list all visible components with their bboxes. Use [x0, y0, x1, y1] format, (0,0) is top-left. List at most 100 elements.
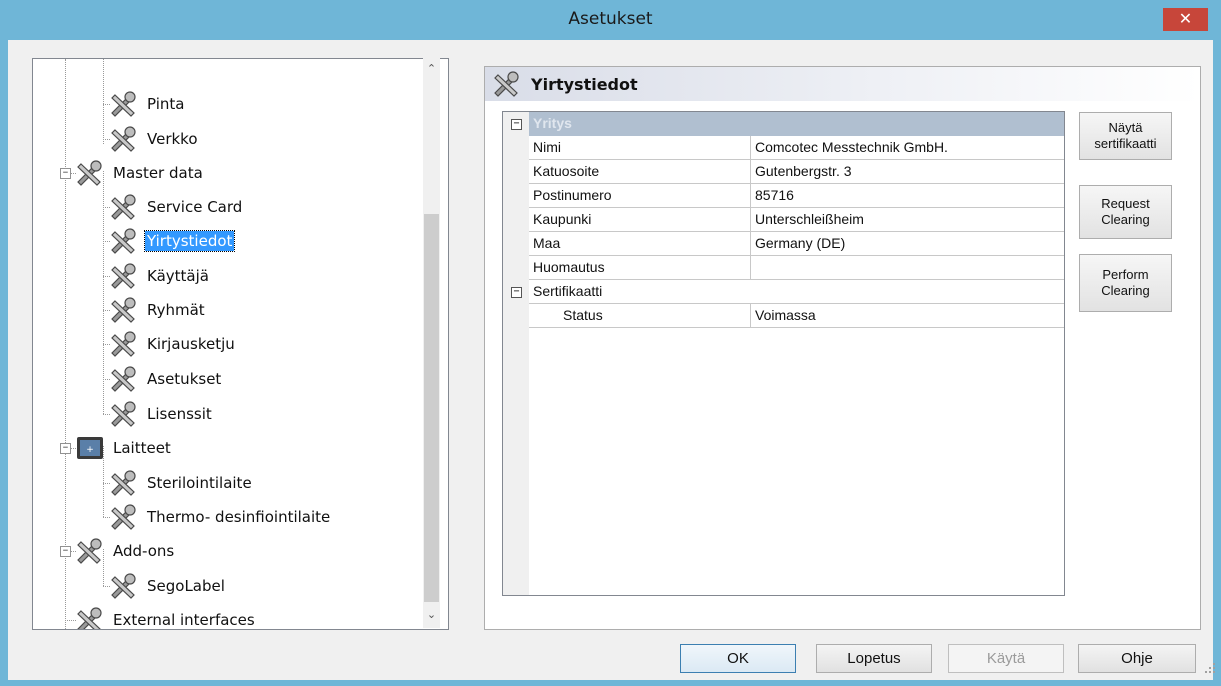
- tree-item-label: Laitteet: [113, 439, 171, 457]
- tree-item[interactable]: Thermo- desinfiointilaite: [108, 504, 332, 530]
- property-value[interactable]: Comcotec Messtechnik GmbH.: [751, 136, 1064, 160]
- tools-icon: [108, 194, 140, 220]
- device-icon: +: [74, 435, 106, 461]
- property-value[interactable]: Voimassa: [751, 304, 1064, 328]
- collapse-icon[interactable]: −: [511, 287, 522, 298]
- tools-icon: [108, 91, 140, 117]
- button-label: sertifikaatti: [1094, 136, 1157, 151]
- tree-item[interactable]: + Laitteet: [74, 435, 173, 461]
- tools-icon: [108, 470, 140, 496]
- table-row[interactable]: Nimi Comcotec Messtechnik GmbH.: [503, 136, 1064, 160]
- tools-icon: [108, 331, 140, 357]
- tree-item-label: Service Card: [147, 198, 243, 216]
- tools-icon: [108, 504, 140, 530]
- grid-subcategory[interactable]: Sertifikaatti: [529, 280, 1064, 304]
- details-panel: Yirtystiedot − Yritys Nimi Comcotec Mess…: [484, 66, 1201, 630]
- tree-item-label: Add-ons: [113, 542, 175, 560]
- tree-connector: [103, 59, 104, 144]
- scroll-thumb[interactable]: [424, 214, 439, 602]
- title-bar[interactable]: Asetukset ✕: [0, 0, 1221, 40]
- tools-icon: [108, 573, 140, 599]
- tools-icon: [108, 366, 140, 392]
- tools-icon: [74, 160, 106, 186]
- apply-button[interactable]: Käytä: [948, 644, 1064, 673]
- property-name: Huomautus: [529, 256, 751, 280]
- tree-item[interactable]: Pinta: [108, 91, 186, 117]
- table-row[interactable]: Maa Germany (DE): [503, 232, 1064, 256]
- button-label: Clearing: [1101, 212, 1150, 227]
- close-button[interactable]: ✕: [1163, 8, 1208, 31]
- tree-item[interactable]: Ryhmät: [108, 297, 207, 323]
- property-value[interactable]: [751, 256, 1064, 280]
- request-clearing-button[interactable]: Request Clearing: [1079, 185, 1172, 239]
- panel-header: Yirtystiedot: [485, 67, 1200, 101]
- tree-item-label: Master data: [113, 164, 203, 182]
- tree-collapse-icon[interactable]: −: [60, 443, 71, 454]
- tools-icon: [108, 228, 140, 254]
- ok-button[interactable]: OK: [680, 644, 796, 673]
- tree-item-label: Pinta: [147, 95, 185, 113]
- svg-text:+: +: [86, 445, 94, 455]
- tree-item[interactable]: Käyttäjä: [108, 263, 211, 289]
- tree-item[interactable]: External interfaces: [74, 607, 257, 629]
- property-value[interactable]: Germany (DE): [751, 232, 1064, 256]
- show-certificate-button[interactable]: Näytä sertifikaatti: [1079, 112, 1172, 160]
- property-name: Maa: [529, 232, 751, 256]
- tree-item-label: Sterilointilaite: [147, 474, 252, 492]
- window-title: Asetukset: [568, 9, 653, 29]
- button-label: Clearing: [1101, 283, 1150, 298]
- tools-icon: [108, 297, 140, 323]
- tree-item[interactable]: Service Card: [108, 194, 244, 220]
- button-label: Näytä: [1108, 120, 1143, 135]
- tree-item-label: Ryhmät: [147, 301, 205, 319]
- tree-item-label: Yirtystiedot: [143, 230, 236, 252]
- tree-item[interactable]: SegoLabel: [108, 573, 227, 599]
- button-label: Request: [1101, 196, 1150, 211]
- tools-icon: [108, 401, 140, 427]
- tree-item[interactable]: Yirtystiedot: [108, 228, 236, 254]
- collapse-icon[interactable]: −: [511, 119, 522, 130]
- cancel-button[interactable]: Lopetus: [816, 644, 932, 673]
- tree-item[interactable]: Lisenssit: [108, 401, 214, 427]
- table-row[interactable]: Postinumero 85716: [503, 184, 1064, 208]
- table-row[interactable]: Status Voimassa: [503, 304, 1064, 328]
- table-row[interactable]: Huomautus: [503, 256, 1064, 280]
- property-name: Status: [529, 304, 751, 328]
- scroll-down-icon[interactable]: ⌄: [423, 608, 440, 625]
- property-value[interactable]: 85716: [751, 184, 1064, 208]
- property-name: Katuosoite: [529, 160, 751, 184]
- table-row[interactable]: Kaupunki Unterschleißheim: [503, 208, 1064, 232]
- dialog-body: Pinta Verkko − Master data Service Card Yirty…: [8, 40, 1216, 680]
- property-value[interactable]: Gutenbergstr. 3: [751, 160, 1064, 184]
- scroll-up-icon[interactable]: ⌃: [423, 62, 440, 79]
- tools-icon: [108, 126, 140, 152]
- property-value[interactable]: Unterschleißheim: [751, 208, 1064, 232]
- tree-item-label: External interfaces: [113, 611, 255, 629]
- tree-item[interactable]: Sterilointilaite: [108, 470, 254, 496]
- tree-collapse-icon[interactable]: −: [60, 168, 71, 179]
- property-name: Postinumero: [529, 184, 751, 208]
- tree-collapse-icon[interactable]: −: [60, 546, 71, 557]
- tree-item[interactable]: Asetukset: [108, 366, 223, 392]
- tree-item[interactable]: Master data: [74, 160, 205, 186]
- help-button[interactable]: Ohje: [1078, 644, 1196, 673]
- tree-connector: [65, 59, 66, 629]
- tree-item-label: Lisenssit: [147, 405, 212, 423]
- button-label: Perform: [1102, 267, 1149, 282]
- tree-scrollbar[interactable]: ⌃ ⌄: [423, 58, 440, 628]
- tree-item-label: Asetukset: [147, 370, 222, 388]
- tree-item[interactable]: Verkko: [108, 126, 200, 152]
- tree-item[interactable]: Kirjausketju: [108, 331, 237, 357]
- tree-item-label: Verkko: [147, 130, 198, 148]
- settings-window: Asetukset ✕ Pinta Verkko − Master data Servi…: [0, 0, 1221, 686]
- settings-tree: Pinta Verkko − Master data Service Card Yirty…: [32, 58, 449, 630]
- close-icon: ✕: [1178, 9, 1193, 28]
- resize-grip-icon[interactable]: [1204, 662, 1216, 674]
- grid-category[interactable]: Yritys: [529, 112, 1064, 136]
- table-row[interactable]: Katuosoite Gutenbergstr. 3: [503, 160, 1064, 184]
- tree-item-label: Thermo- desinfiointilaite: [147, 508, 331, 526]
- property-name: Nimi: [529, 136, 751, 160]
- tree-item-label: SegoLabel: [147, 577, 225, 595]
- perform-clearing-button[interactable]: Perform Clearing: [1079, 254, 1172, 312]
- tree-item[interactable]: Add-ons: [74, 538, 176, 564]
